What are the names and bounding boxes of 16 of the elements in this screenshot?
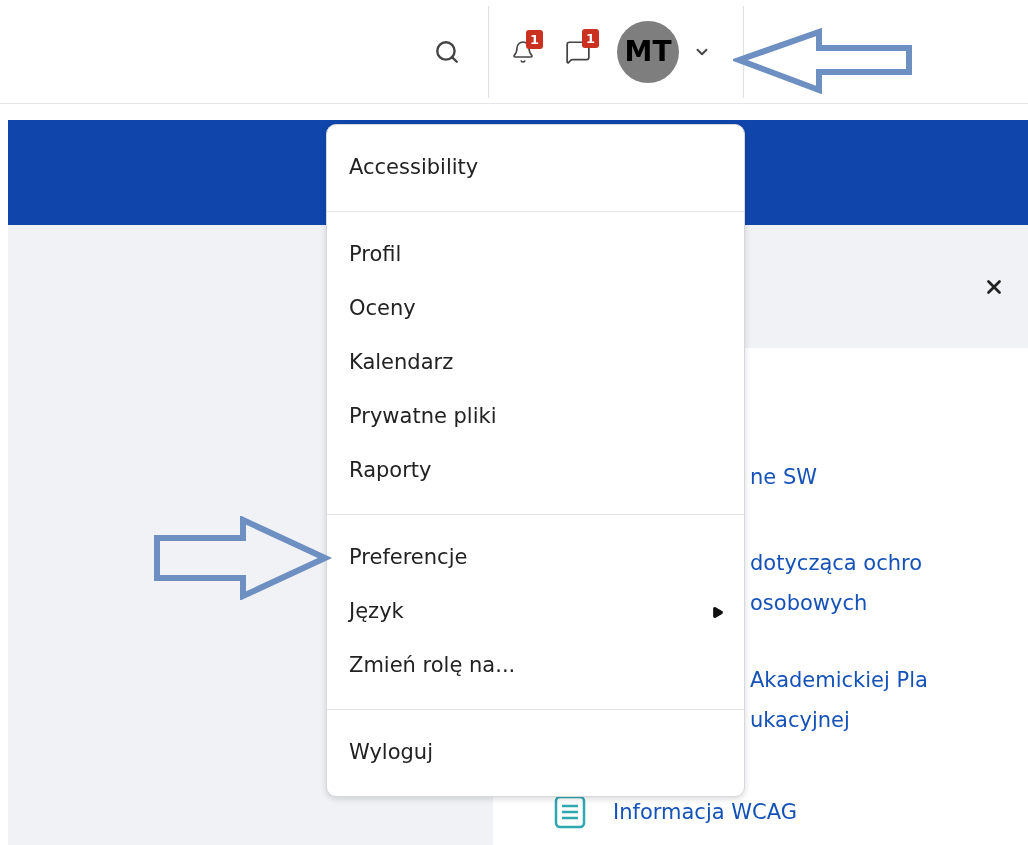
menu-item[interactable]: Raporty — [327, 444, 744, 498]
menu-item[interactable]: Prywatne pliki — [327, 390, 744, 444]
count-badge: 1 — [581, 28, 599, 48]
user-avatar[interactable]: MT — [617, 20, 679, 83]
menu-item[interactable]: Oceny — [327, 282, 744, 336]
menu-item[interactable]: Zmień rolę na... — [327, 639, 744, 693]
count-badge: 1 — [525, 29, 543, 49]
submenu-icon — [711, 605, 724, 619]
document-icon — [553, 795, 587, 829]
menu-item[interactable]: Kalendarz — [327, 336, 744, 390]
menu-item[interactable]: Preferencje — [327, 531, 744, 585]
search-icon[interactable] — [434, 38, 460, 65]
menu-item[interactable]: Wyloguj — [327, 726, 744, 780]
menu-item[interactable]: Język — [327, 585, 744, 639]
menu-item[interactable]: Accessibility — [327, 141, 744, 195]
menu-item[interactable]: Profil — [327, 228, 744, 282]
